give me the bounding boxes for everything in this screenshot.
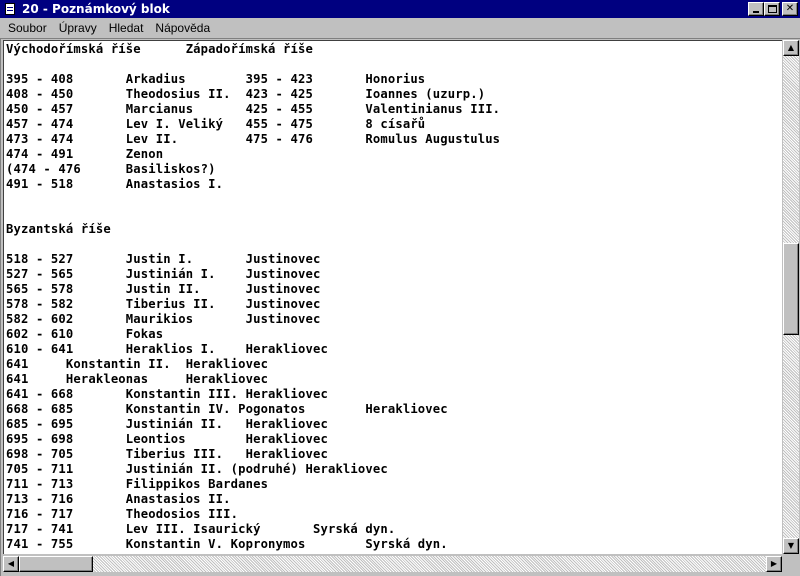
text-line: 408 - 450 Theodosius II. 423 - 425 Ioann… [6, 87, 486, 101]
menu-upravy[interactable]: Úpravy [53, 19, 103, 37]
text-line: Východořímská říše Západořímská říše [6, 42, 313, 56]
title-bar[interactable]: 20 - Poznámkový blok ✕ [0, 0, 800, 18]
menu-soubor[interactable]: Soubor [2, 19, 53, 37]
text-line: 698 - 705 Tiberius III. Herakliovec [6, 447, 328, 461]
scroll-right-button[interactable]: ▶ [766, 556, 782, 572]
text-line: 578 - 582 Tiberius II. Justinovec [6, 297, 321, 311]
text-line [6, 207, 500, 222]
text-line: 717 - 741 Lev III. Isaurický Syrská dyn. [6, 522, 396, 536]
scroll-up-button[interactable]: ▲ [783, 40, 799, 56]
text-line: 491 - 518 Anastasios I. [6, 177, 224, 191]
text-line: Byzantská říše [6, 222, 111, 236]
close-button[interactable]: ✕ [782, 2, 798, 16]
document-text[interactable]: Východořímská říše Západořímská říše 395 … [6, 42, 500, 552]
text-line: 602 - 610 Fokas [6, 327, 164, 341]
minimize-button[interactable] [748, 2, 764, 16]
close-icon: ✕ [785, 3, 795, 14]
text-line: 695 - 698 Leontios Herakliovec [6, 432, 328, 446]
text-line: 582 - 602 Maurikios Justinovec [6, 312, 321, 326]
text-line: 741 - 755 Konstantin V. Kopronymos Syrsk… [6, 537, 448, 551]
vertical-scrollbar[interactable]: ▲ ▼ [783, 40, 799, 554]
text-line: 610 - 641 Heraklios I. Herakliovec [6, 342, 328, 356]
scroll-left-button[interactable]: ◀ [3, 556, 19, 572]
menu-hledat[interactable]: Hledat [103, 19, 150, 37]
text-line: 713 - 716 Anastasios II. [6, 492, 231, 506]
maximize-icon [767, 5, 777, 13]
text-line: 395 - 408 Arkadius 395 - 423 Honorius [6, 72, 426, 86]
scrollbar-corner [783, 556, 799, 572]
text-line: 450 - 457 Marcianus 425 - 455 Valentinia… [6, 102, 501, 116]
text-line: 641 Herakleonas Herakliovec [6, 372, 269, 386]
text-line: 457 - 474 Lev I. Veliký 455 - 475 8 císa… [6, 117, 426, 131]
text-line: 527 - 565 Justinián I. Justinovec [6, 267, 321, 281]
notepad-icon[interactable] [3, 2, 17, 16]
menu-bar: Soubor Úpravy Hledat Nápověda [0, 18, 800, 38]
arrow-left-icon: ◀ [7, 559, 15, 568]
text-line: 716 - 717 Theodosios III. [6, 507, 239, 521]
arrow-up-icon: ▲ [787, 43, 795, 52]
window-controls: ✕ [748, 2, 798, 16]
arrow-down-icon: ▼ [787, 541, 795, 550]
text-line: 518 - 527 Justin I. Justinovec [6, 252, 321, 266]
window-title: 20 - Poznámkový blok [22, 2, 170, 16]
arrow-right-icon: ▶ [770, 559, 778, 568]
text-line: 711 - 713 Filippikos Bardanes [6, 477, 269, 491]
editor-frame: Východořímská říše Západořímská říše 395 … [0, 38, 800, 576]
maximize-button[interactable] [764, 2, 780, 16]
text-line: 641 - 668 Konstantin III. Herakliovec [6, 387, 328, 401]
horizontal-scrollbar[interactable]: ◀ ▶ [3, 556, 782, 572]
scroll-down-button[interactable]: ▼ [783, 538, 799, 554]
vertical-scroll-thumb[interactable] [783, 243, 799, 335]
menu-napoveda[interactable]: Nápověda [149, 19, 216, 37]
text-line: 668 - 685 Konstantin IV. Pogonatos Herak… [6, 402, 448, 416]
text-line: 705 - 711 Justinián II. (podruhé) Herakl… [6, 462, 388, 476]
text-editor[interactable]: Východořímská říše Západořímská říše 395 … [3, 40, 782, 554]
horizontal-scroll-thumb[interactable] [19, 556, 93, 572]
text-line [6, 192, 500, 207]
text-line: 685 - 695 Justinián II. Herakliovec [6, 417, 328, 431]
text-line [6, 57, 500, 72]
text-line: (474 - 476 Basiliskos?) [6, 162, 216, 176]
text-line: 473 - 474 Lev II. 475 - 476 Romulus Augu… [6, 132, 501, 146]
text-line: 641 Konstantin II. Herakliovec [6, 357, 269, 371]
minimize-icon [753, 11, 759, 13]
text-line [6, 237, 500, 252]
text-line: 474 - 491 Zenon [6, 147, 164, 161]
text-line: 565 - 578 Justin II. Justinovec [6, 282, 321, 296]
